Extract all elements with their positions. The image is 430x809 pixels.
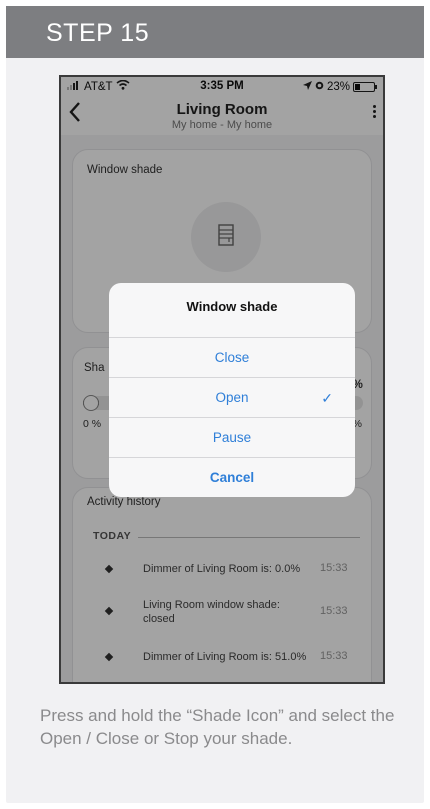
open-option[interactable]: Open ✓ [109,377,355,417]
phone-screenshot: AT&T 3:35 PM 23% Living Room My home - M… [59,75,385,684]
cancel-button[interactable]: Cancel [109,457,355,497]
step-label: STEP 15 [46,19,150,47]
close-option[interactable]: Close [109,337,355,377]
checkmark-icon: ✓ [321,390,333,406]
window-shade-dialog: Window shade Close Open ✓ Pause Cancel [109,283,355,497]
instruction-caption: Press and hold the “Shade Icon” and sele… [40,706,395,748]
pause-option[interactable]: Pause [109,417,355,457]
instruction-card: STEP 15 AT&T 3:35 PM 23% Living Room My … [6,6,424,803]
step-header: STEP 15 [6,6,424,58]
dialog-title: Window shade [186,299,278,314]
